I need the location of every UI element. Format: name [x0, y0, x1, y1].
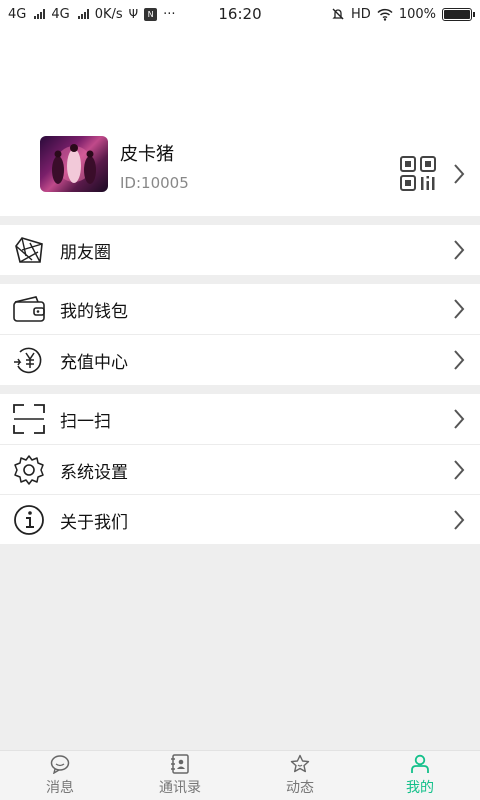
battery-level — [444, 9, 470, 19]
user-nickname: 皮卡猪 — [120, 144, 174, 165]
section-separator — [0, 216, 480, 225]
status-bar: 4G 4G 0K/s Ψ N ··· 16:20 HD 100% — [0, 0, 480, 28]
chevron-right-icon — [454, 299, 465, 319]
empty-area — [0, 544, 480, 750]
star-icon — [290, 754, 310, 773]
avatar-image — [52, 144, 96, 184]
network-speed: 0K/s — [94, 6, 123, 22]
person-icon — [411, 754, 429, 773]
bottom-tab-bar: 消息 通讯录 动态 我的 — [0, 750, 480, 800]
menu-item-settings[interactable]: 系统设置 — [0, 445, 480, 495]
scan-icon — [13, 404, 45, 434]
clock: 16:20 — [218, 5, 262, 23]
battery-percent: 100% — [398, 6, 436, 22]
chevron-right-icon — [454, 460, 465, 480]
gear-icon — [14, 455, 44, 485]
network-label-1: 4G — [8, 6, 27, 22]
chevron-right-icon — [454, 510, 465, 530]
mute-icon — [332, 8, 344, 20]
profile-chevron-right-icon[interactable] — [452, 162, 466, 186]
qr-code-icon[interactable] — [400, 156, 442, 192]
menu-item-scan[interactable]: 扫一扫 — [0, 394, 480, 444]
menu-label-about: 关于我们 — [60, 513, 128, 533]
aperture-icon — [15, 237, 43, 263]
menu-label-wallet: 我的钱包 — [60, 302, 128, 322]
recharge-icon — [14, 347, 42, 374]
chevron-right-icon — [454, 409, 465, 429]
chat-bubble-icon — [50, 755, 70, 774]
menu-label-moments: 朋友圈 — [60, 243, 111, 263]
tab-label-messages: 消息 — [46, 780, 74, 796]
chevron-right-icon — [454, 350, 465, 370]
more-notifications-icon: ··· — [163, 6, 176, 22]
app-notification-icon: N — [144, 7, 158, 21]
profile-header[interactable]: 皮卡猪 ID:10005 — [0, 28, 480, 216]
signal-icon-2 — [77, 9, 89, 19]
tab-label-contacts: 通讯录 — [159, 780, 201, 796]
chevron-right-icon — [454, 240, 465, 260]
user-id: ID:10005 — [120, 174, 189, 192]
tab-label-me: 我的 — [406, 780, 434, 796]
tab-messages[interactable]: 消息 — [0, 751, 120, 800]
info-icon — [14, 505, 44, 535]
tab-me[interactable]: 我的 — [360, 751, 480, 800]
menu-label-recharge: 充值中心 — [60, 353, 128, 373]
contacts-book-icon — [171, 754, 189, 774]
menu-item-moments[interactable]: 朋友圈 — [0, 225, 480, 275]
avatar[interactable] — [40, 136, 108, 192]
hd-label: HD — [351, 6, 371, 22]
network-label-2: 4G — [51, 6, 70, 22]
menu-item-about[interactable]: 关于我们 — [0, 495, 480, 545]
signal-icon — [34, 9, 46, 19]
tab-moments[interactable]: 动态 — [240, 751, 360, 800]
menu-item-wallet[interactable]: 我的钱包 — [0, 284, 480, 334]
menu-label-settings: 系统设置 — [60, 463, 128, 483]
wallet-icon — [13, 296, 45, 322]
tab-label-moments: 动态 — [286, 780, 314, 796]
menu-label-scan: 扫一扫 — [60, 412, 111, 432]
section-separator — [0, 385, 480, 394]
usb-icon: Ψ — [128, 7, 139, 21]
battery-icon — [442, 7, 475, 21]
tab-contacts[interactable]: 通讯录 — [120, 751, 240, 800]
section-separator — [0, 275, 480, 284]
wifi-icon — [377, 8, 393, 21]
menu-item-recharge[interactable]: 充值中心 — [0, 335, 480, 385]
